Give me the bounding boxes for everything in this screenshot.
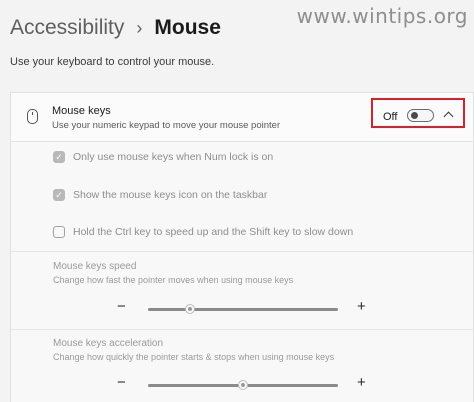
acceleration-description: Change how quickly the pointer starts & … — [53, 352, 335, 362]
mouse-keys-toggle[interactable] — [407, 109, 434, 122]
mouse-keys-title: Mouse keys — [52, 105, 111, 117]
speed-description: Change how fast the pointer moves when u… — [53, 275, 294, 285]
option-ctrl-shift[interactable]: Hold the Ctrl key to speed up and the Sh… — [53, 226, 353, 238]
mouse-keys-header[interactable]: Mouse keys Use your numeric keypad to mo… — [11, 93, 473, 142]
mouse-icon — [27, 109, 38, 124]
speed-slider-thumb[interactable] — [184, 304, 195, 314]
speed-increase-button[interactable]: + — [357, 298, 366, 315]
checkbox-ctrl-shift[interactable] — [53, 226, 65, 238]
acceleration-title: Mouse keys acceleration — [53, 338, 164, 349]
speed-title: Mouse keys speed — [53, 261, 137, 272]
toggle-state-label: Off — [383, 111, 398, 123]
breadcrumb: Accessibility › Mouse — [10, 16, 221, 40]
page-subtitle: Use your keyboard to control your mouse. — [10, 56, 215, 68]
mouse-keys-description: Use your numeric keypad to move your mou… — [52, 120, 281, 131]
option-taskbar-icon-label: Show the mouse keys icon on the taskbar — [73, 189, 268, 201]
acceleration-slider-thumb[interactable] — [238, 380, 248, 390]
breadcrumb-accessibility[interactable]: Accessibility — [10, 16, 124, 40]
divider — [11, 329, 473, 330]
toggle-knob — [411, 112, 418, 119]
watermark: www.wintips.org — [296, 4, 468, 28]
option-num-lock-label: Only use mouse keys when Num lock is on — [73, 151, 274, 163]
option-taskbar-icon[interactable]: ✓ Show the mouse keys icon on the taskba… — [53, 189, 267, 201]
page-title: Mouse — [154, 16, 221, 39]
speed-decrease-button[interactable]: − — [117, 298, 126, 315]
checkbox-taskbar-icon[interactable]: ✓ — [53, 189, 65, 201]
divider — [11, 251, 473, 252]
breadcrumb-separator: › — [136, 17, 143, 38]
acceleration-decrease-button[interactable]: − — [117, 374, 126, 391]
acceleration-increase-button[interactable]: + — [357, 374, 366, 391]
checkbox-num-lock[interactable]: ✓ — [53, 151, 65, 163]
option-ctrl-shift-label: Hold the Ctrl key to speed up and the Sh… — [73, 226, 354, 238]
speed-slider-track[interactable] — [148, 308, 338, 311]
option-num-lock[interactable]: ✓ Only use mouse keys when Num lock is o… — [53, 151, 273, 163]
mouse-keys-card: Mouse keys Use your numeric keypad to mo… — [10, 92, 474, 402]
